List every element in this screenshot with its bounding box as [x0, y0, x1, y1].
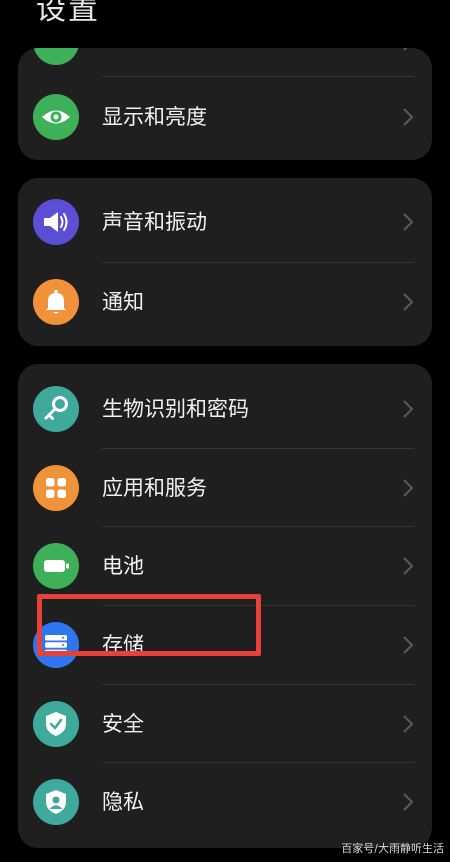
settings-item-display-brightness[interactable]: 显示和亮度	[18, 78, 432, 156]
apps-grid-icon	[33, 465, 79, 511]
chevron-right-icon	[402, 212, 414, 232]
settings-item-security[interactable]: 安全	[18, 685, 432, 763]
settings-item-label: 隐私	[102, 790, 144, 814]
settings-item-label: 声音和振动	[102, 210, 207, 234]
watermark: 百家号/大雨静听生活	[341, 842, 444, 855]
chevron-right-icon	[402, 399, 414, 419]
key-icon	[33, 386, 79, 432]
page-title: 设置	[36, 0, 100, 27]
settings-item-notifications[interactable]: 通知	[18, 263, 432, 341]
chevron-right-icon	[402, 714, 414, 734]
divider	[102, 76, 414, 77]
settings-item-label: 显示和亮度	[102, 105, 207, 129]
settings-item-label: 安全	[102, 712, 144, 736]
settings-item-label: 生物识别和密码	[102, 397, 249, 421]
chevron-right-icon	[402, 478, 414, 498]
privacy-person-icon	[33, 779, 79, 825]
chevron-right-icon	[402, 792, 414, 812]
chevron-right-icon	[402, 107, 414, 127]
chevron-right-icon	[402, 635, 414, 655]
settings-item-sound-vibration[interactable]: 声音和振动	[18, 183, 432, 261]
settings-item-apps-services[interactable]: 应用和服务	[18, 449, 432, 527]
highlight-annotation-box	[37, 594, 261, 656]
chevron-right-icon	[402, 48, 414, 52]
settings-item-biometrics-password[interactable]: 生物识别和密码	[18, 370, 432, 448]
battery-icon	[33, 543, 79, 589]
settings-item-label: 应用和服务	[102, 476, 207, 500]
partially-hidden-icon	[33, 48, 79, 65]
chevron-right-icon	[402, 292, 414, 312]
settings-group-sound-notify: 声音和振动 通知	[18, 178, 432, 346]
settings-item-privacy[interactable]: 隐私	[18, 763, 432, 841]
settings-item-label: 通知	[102, 290, 144, 314]
bell-icon	[33, 279, 79, 325]
settings-group-display: 显示和亮度	[18, 48, 432, 160]
chevron-right-icon	[402, 556, 414, 576]
shield-check-icon	[33, 701, 79, 747]
eye-icon	[33, 94, 79, 140]
speaker-icon	[33, 199, 79, 245]
